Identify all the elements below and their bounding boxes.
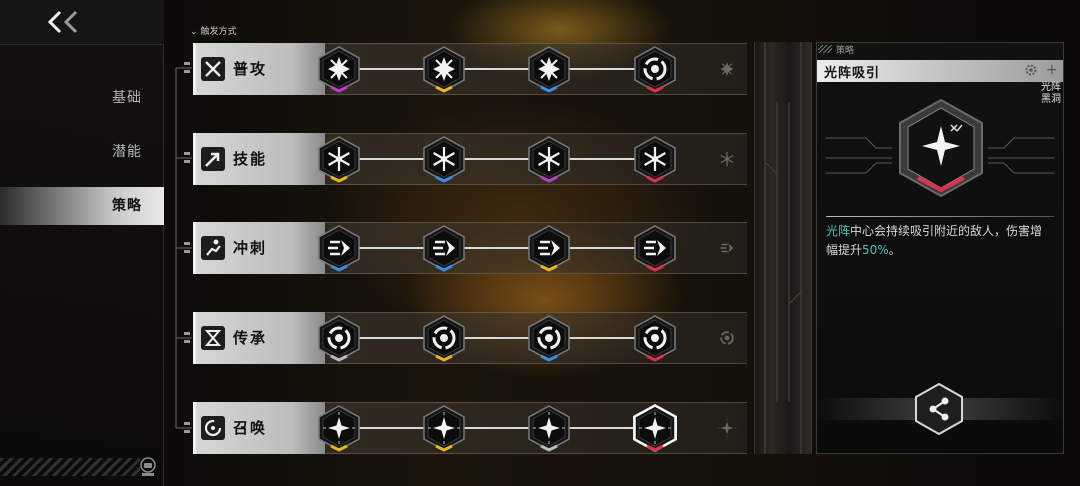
tag-line-2: 黑洞 — [1041, 94, 1061, 105]
strategy-node[interactable] — [527, 224, 571, 272]
nav-item-strategy[interactable]: 策略 — [0, 187, 164, 225]
vortex-ghost-icon — [720, 331, 734, 345]
strategy-row: 传承 — [193, 312, 747, 364]
side-nav — [0, 0, 164, 486]
sparkle-star-ghost-icon — [717, 418, 737, 438]
gear-icon[interactable] — [1024, 63, 1038, 77]
hourglass-icon — [201, 326, 225, 350]
row-label: 普攻 — [233, 60, 268, 78]
dash-wing-ghost-icon — [720, 243, 734, 253]
trigger-header-label: 触发方式 — [200, 27, 237, 37]
shuriken-icon — [538, 57, 560, 81]
strategy-node[interactable] — [633, 314, 677, 362]
shuriken-icon — [433, 57, 455, 81]
strategy-tag: 光阵 黑洞 — [1035, 82, 1061, 106]
strategy-node[interactable] — [422, 224, 466, 272]
strategy-node[interactable] — [317, 135, 361, 183]
row-label: 冲刺 — [233, 239, 268, 257]
row-connector-line — [343, 247, 673, 249]
row-header[interactable]: 普攻 — [193, 43, 325, 95]
strategy-node[interactable] — [527, 314, 571, 362]
strategy-node[interactable] — [422, 314, 466, 362]
row-connector-line — [343, 158, 673, 160]
desc-end: 。 — [888, 243, 901, 257]
desc-main: 中心会持续吸引附近的敌人，伤害增幅提升 — [826, 224, 1043, 257]
desc-highlight: 光阵 — [826, 224, 851, 238]
panel-divider — [826, 216, 1054, 217]
row-label: 技能 — [233, 150, 268, 168]
gamepad-badge-icon — [140, 457, 156, 476]
strategy-node[interactable] — [633, 135, 677, 183]
row-header[interactable]: 传承 — [193, 312, 325, 364]
nav-item-basic[interactable]: 基础 — [0, 79, 164, 117]
double-chevron-left-icon — [47, 10, 78, 34]
decorative-stripes — [0, 458, 140, 476]
snowflake-ghost-icon — [720, 152, 734, 166]
strategy-node[interactable] — [527, 404, 571, 452]
arrow-burst-icon — [201, 147, 225, 171]
strategy-node[interactable] — [317, 45, 361, 93]
strategy-node[interactable] — [317, 314, 361, 362]
chevron-down-icon: ⌄ — [190, 27, 198, 37]
strategy-row: 召唤 — [193, 402, 747, 454]
strategy-node[interactable] — [633, 404, 677, 452]
strategy-node[interactable] — [527, 135, 571, 183]
summon-circle-icon — [201, 416, 225, 440]
row-connector-line — [343, 427, 673, 429]
strategy-node[interactable] — [527, 45, 571, 93]
strategy-node[interactable] — [317, 224, 361, 272]
pillar-lines — [764, 42, 802, 454]
strategy-node[interactable] — [633, 224, 677, 272]
plus-icon[interactable]: + — [1046, 62, 1058, 78]
row-header[interactable]: 技能 — [193, 133, 325, 185]
strategy-node[interactable] — [317, 404, 361, 452]
row-label: 传承 — [233, 329, 268, 347]
decorative-pillar — [754, 42, 812, 454]
trigger-header: ⌄ 触发方式 — [190, 24, 237, 37]
strategy-description: 光阵中心会持续吸引附近的敌人，伤害增幅提升50%。 — [826, 222, 1054, 260]
selected-strategy-icon — [899, 98, 983, 198]
strategy-node[interactable] — [633, 45, 677, 93]
strategy-row: 普攻 — [193, 43, 747, 95]
row-connector-line — [343, 337, 673, 339]
row-label: 召唤 — [233, 419, 268, 437]
tag-line-1: 光阵 — [1041, 82, 1061, 93]
row-header[interactable]: 召唤 — [193, 402, 325, 454]
strategy-node[interactable] — [422, 404, 466, 452]
strategy-row: 技能 — [193, 133, 747, 185]
shuriken-ghost-icon — [720, 62, 734, 76]
crossed-swords-icon — [201, 57, 225, 81]
strategy-node[interactable] — [422, 135, 466, 183]
share-button[interactable] — [914, 383, 964, 435]
back-button[interactable] — [0, 0, 164, 45]
strategy-node[interactable] — [422, 45, 466, 93]
dash-runner-icon — [201, 236, 225, 260]
desc-value: 50% — [862, 243, 889, 257]
strategy-row: 冲刺 — [193, 222, 747, 274]
panel-tab-label: 策略 — [836, 46, 855, 56]
row-header[interactable]: 冲刺 — [193, 222, 325, 274]
panel-title: 光阵吸引 — [824, 66, 881, 81]
nav-item-potential[interactable]: 潜能 — [0, 133, 164, 171]
row-connector-line — [343, 68, 673, 70]
tree-connector — [175, 62, 192, 433]
shuriken-icon — [328, 57, 350, 81]
